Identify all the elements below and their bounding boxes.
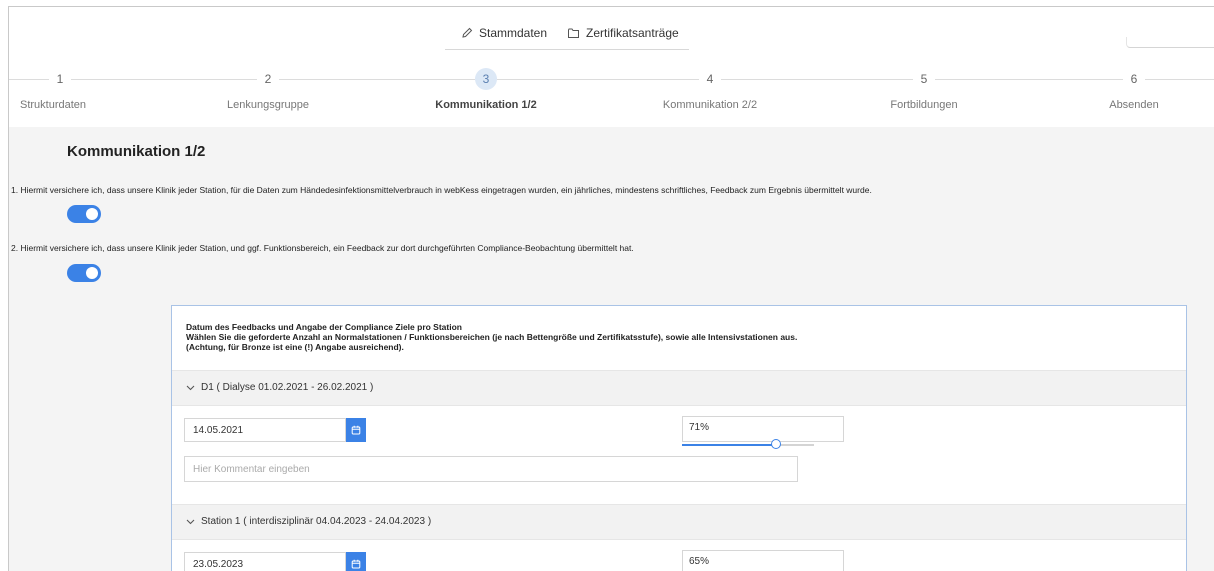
question-1-toggle[interactable] [67, 205, 101, 223]
question-2-toggle[interactable] [67, 264, 101, 282]
calendar-button[interactable] [346, 418, 366, 442]
corner-widget[interactable] [1126, 37, 1214, 48]
compliance-percent-value: 71% [682, 416, 844, 442]
calendar-icon [351, 559, 361, 569]
tab-stammdaten[interactable]: Stammdaten [461, 19, 547, 47]
app-frame: Stammdaten Zertifikatsanträge 1 2 3 4 5 … [8, 6, 1214, 571]
panel-heading-line: Wählen Sie die geforderte Anzahl an Norm… [186, 332, 798, 342]
step-4-label[interactable]: Kommunikation 2/2 [663, 99, 757, 111]
panel-heading: Datum des Feedbacks und Angabe der Compl… [186, 322, 797, 352]
step-1-label[interactable]: Strukturdaten [20, 99, 86, 111]
question-2-text: 2. Hiermit versichere ich, dass unsere K… [11, 243, 634, 253]
tab-label: Stammdaten [479, 26, 548, 40]
panel-heading-line: Datum des Feedbacks und Angabe der Compl… [186, 322, 462, 332]
step-2-label[interactable]: Lenkungsgruppe [227, 99, 309, 111]
feedback-date-input[interactable]: 23.05.2023 [184, 552, 346, 571]
feedback-date-input[interactable]: 14.05.2021 [184, 418, 346, 442]
step-1-circle[interactable]: 1 [49, 68, 71, 90]
step-4-circle[interactable]: 4 [699, 68, 721, 90]
chevron-down-icon [186, 385, 195, 390]
section-title: D1 ( Dialyse 01.02.2021 - 26.02.2021 ) [186, 382, 373, 393]
section-header-station-1[interactable]: Station 1 ( interdisziplinär 04.04.2023 … [172, 504, 1186, 540]
feedback-panel: Datum des Feedbacks und Angabe der Compl… [171, 305, 1187, 571]
section-title-text: D1 ( Dialyse 01.02.2021 - 26.02.2021 ) [201, 382, 374, 393]
slider-handle[interactable] [770, 439, 781, 449]
step-connector [497, 79, 699, 80]
compliance-slider[interactable] [682, 439, 814, 449]
tab-label: Zertifikatsanträge [586, 26, 679, 40]
top-navigation: Stammdaten Zertifikatsanträge [9, 7, 1214, 61]
step-connector [279, 79, 475, 80]
pencil-icon [462, 27, 473, 38]
step-5-label[interactable]: Fortbildungen [890, 99, 957, 111]
folder-icon [568, 28, 579, 38]
step-connector [935, 79, 1123, 80]
section-title-text: Station 1 ( interdisziplinär 04.04.2023 … [201, 516, 432, 527]
step-6-circle[interactable]: 6 [1123, 68, 1145, 90]
main-content: Kommunikation 1/2 1. Hiermit versichere … [9, 127, 1214, 571]
slider-fill [682, 444, 776, 446]
step-connector [721, 79, 913, 80]
page-title: Kommunikation 1/2 [67, 143, 206, 160]
section-title: Station 1 ( interdisziplinär 04.04.2023 … [186, 516, 431, 527]
step-connector [1145, 79, 1214, 80]
step-3-label[interactable]: Kommunikation 1/2 [435, 99, 536, 111]
tab-zertifikatsantraege[interactable]: Zertifikatsanträge [567, 19, 679, 47]
chevron-down-icon [186, 519, 195, 524]
compliance-percent-value: 65% [682, 550, 844, 571]
question-1-text: 1. Hiermit versichere ich, dass unsere K… [11, 185, 872, 195]
calendar-button[interactable] [346, 552, 366, 571]
section-header-d1[interactable]: D1 ( Dialyse 01.02.2021 - 26.02.2021 ) [172, 370, 1186, 406]
panel-heading-line: (Achtung, für Bronze ist eine (!) Angabe… [186, 342, 404, 352]
wizard-stepper: 1 2 3 4 5 6 Strukturdaten Lenkungsgruppe… [9, 61, 1214, 127]
step-connector [9, 79, 49, 80]
nav-divider [445, 49, 689, 50]
step-3-circle[interactable]: 3 [475, 68, 497, 90]
comment-input[interactable]: Hier Kommentar eingeben [184, 456, 798, 482]
step-connector [71, 79, 257, 80]
step-6-label[interactable]: Absenden [1109, 99, 1159, 111]
calendar-icon [351, 425, 361, 435]
step-5-circle[interactable]: 5 [913, 68, 935, 90]
step-2-circle[interactable]: 2 [257, 68, 279, 90]
